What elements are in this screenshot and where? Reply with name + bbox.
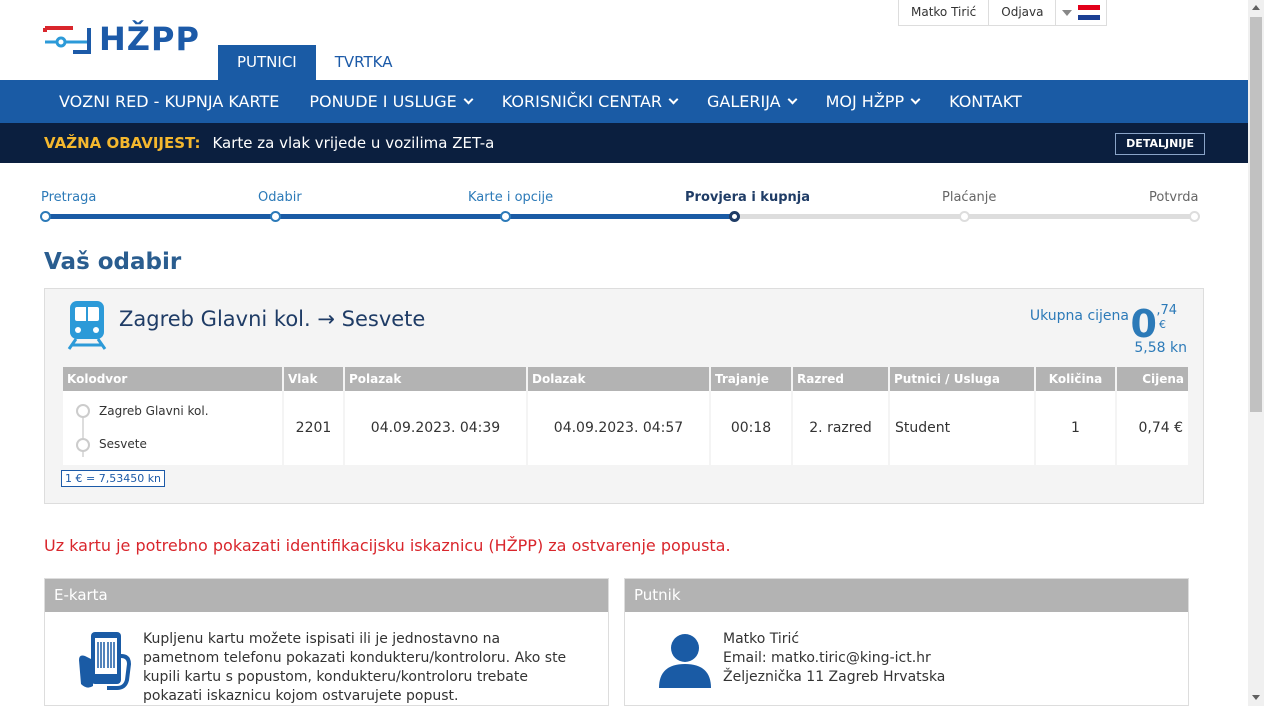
step-potvrda: Potvrda bbox=[1149, 190, 1199, 205]
panel-title: E-karta bbox=[45, 579, 608, 612]
nav-moj-hzpp[interactable]: MOJ HŽPP bbox=[811, 92, 935, 111]
table-header-row: Kolodvor Vlak Polazak Dolazak Trajanje R… bbox=[63, 367, 1188, 391]
site-header: HŽPP PUTNICI TVRTKA Matko Tirić Odjava bbox=[0, 0, 1248, 80]
main-navigation: VOZNI RED - KUPNJA KARTE PONUDE I USLUGE… bbox=[0, 80, 1248, 123]
scroll-down-arrow-icon[interactable] bbox=[1252, 695, 1260, 700]
train-icon bbox=[67, 301, 107, 350]
phone-ticket-icon bbox=[79, 632, 132, 690]
departure-time: 04.09.2023. 04:39 bbox=[345, 391, 526, 465]
scroll-up-arrow-icon[interactable] bbox=[1252, 5, 1260, 10]
chevron-down-icon bbox=[668, 94, 679, 105]
audience-tabs: PUTNICI TVRTKA bbox=[218, 45, 412, 80]
travel-class: 2. razred bbox=[793, 391, 888, 465]
step-dot-done bbox=[500, 211, 511, 222]
passenger-email: Email: matko.tiric@king-ict.hr bbox=[723, 650, 931, 666]
nav-kontakt[interactable]: KONTAKT bbox=[934, 92, 1037, 111]
chevron-down-icon bbox=[1062, 9, 1073, 16]
arrival-time: 04.09.2023. 04:57 bbox=[528, 391, 709, 465]
nav-label: VOZNI RED - KUPNJA KARTE bbox=[59, 92, 280, 111]
total-price-currency: € bbox=[1159, 318, 1166, 331]
col-kolicina: Količina bbox=[1036, 367, 1115, 391]
panel-title: Putnik bbox=[625, 579, 1188, 612]
scrollbar-thumb[interactable] bbox=[1250, 17, 1262, 412]
arrival-station: Sesvete bbox=[99, 437, 147, 451]
nav-label: MOJ HŽPP bbox=[825, 92, 905, 111]
departure-station: Zagreb Glavni kol. bbox=[99, 404, 209, 418]
step-dot-future bbox=[1189, 211, 1200, 222]
passenger-panel: Putnik Matko Tirić Email: matko.tiric@ki… bbox=[624, 578, 1189, 706]
passenger-type: Student bbox=[890, 391, 1034, 465]
user-avatar-icon bbox=[659, 634, 711, 688]
col-cijena: Cijena bbox=[1117, 367, 1188, 391]
tab-tvrtka[interactable]: TVRTKA bbox=[316, 45, 412, 80]
col-polazak: Polazak bbox=[345, 367, 526, 391]
checkout-progress: Pretraga Odabir Karte i opcije Provjera … bbox=[40, 190, 1200, 230]
col-dolazak: Dolazak bbox=[528, 367, 709, 391]
station-dot-icon bbox=[76, 438, 90, 452]
user-menu: Matko Tirić Odjava bbox=[898, 0, 1108, 26]
id-card-warning: Uz kartu je potrebno pokazati identifika… bbox=[44, 536, 731, 555]
language-selector[interactable] bbox=[1056, 0, 1106, 25]
tab-putnici[interactable]: PUTNICI bbox=[218, 45, 316, 80]
nav-vozni-red[interactable]: VOZNI RED - KUPNJA KARTE bbox=[44, 92, 294, 111]
user-name-link[interactable]: Matko Tirić bbox=[899, 0, 990, 25]
col-kolodvor: Kolodvor bbox=[63, 367, 282, 391]
nav-label: GALERIJA bbox=[707, 92, 781, 111]
ekarta-text: Kupljenu kartu možete ispisati ili je je… bbox=[143, 631, 567, 704]
notice-text[interactable]: Karte za vlak vrijede u vozilima ZET-a bbox=[212, 134, 494, 152]
notice-details-button[interactable]: DETALJNIJE bbox=[1115, 133, 1205, 155]
logout-link[interactable]: Odjava bbox=[989, 0, 1057, 25]
progress-track-done bbox=[46, 214, 736, 219]
nav-korisnicki-centar[interactable]: KORISNIČKI CENTAR bbox=[487, 92, 692, 111]
important-notice-bar: VAŽNA OBAVIJEST: Karte za vlak vrijede u… bbox=[0, 123, 1248, 163]
notice-label: VAŽNA OBAVIJEST: bbox=[44, 134, 201, 152]
rail-logo-icon bbox=[43, 26, 91, 54]
price: 0,74 € bbox=[1117, 391, 1188, 465]
step-placanje: Plaćanje bbox=[942, 190, 997, 205]
exchange-rate-badge: 1 € = 7,53450 kn bbox=[61, 470, 166, 487]
route-title: Zagreb Glavni kol. → Sesvete bbox=[119, 307, 426, 331]
chevron-down-icon bbox=[787, 94, 798, 105]
trip-table: Kolodvor Vlak Polazak Dolazak Trajanje R… bbox=[61, 367, 1190, 465]
hzpp-logo[interactable]: HŽPP bbox=[43, 20, 200, 58]
step-provjera-i-kupnja: Provjera i kupnja bbox=[685, 190, 810, 205]
nav-label: KORISNIČKI CENTAR bbox=[501, 92, 662, 111]
quantity: 1 bbox=[1036, 391, 1115, 465]
step-odabir[interactable]: Odabir bbox=[258, 190, 302, 205]
passenger-address: Željeznička 11 Zagreb Hrvatska bbox=[723, 669, 946, 685]
col-vlak: Vlak bbox=[284, 367, 343, 391]
step-dot-future bbox=[959, 211, 970, 222]
nav-label: KONTAKT bbox=[949, 92, 1022, 111]
page-scrollbar[interactable] bbox=[1248, 0, 1264, 706]
total-price-label: Ukupna cijena bbox=[1029, 308, 1129, 324]
col-putnici: Putnici / Usluga bbox=[890, 367, 1034, 391]
step-dot-current bbox=[729, 211, 740, 222]
selection-card: Zagreb Glavni kol. → Sesvete Ukupna cije… bbox=[44, 288, 1204, 504]
total-price-kn: 5,58 kn bbox=[1134, 340, 1187, 356]
station-dot-icon bbox=[76, 404, 90, 418]
page-title: Vaš odabir bbox=[44, 249, 182, 275]
train-number: 2201 bbox=[284, 391, 343, 465]
logo-text: HŽPP bbox=[99, 20, 200, 58]
step-dot-done bbox=[40, 211, 51, 222]
stations-cell: Zagreb Glavni kol. Sesvete bbox=[63, 391, 282, 465]
step-dot-done bbox=[270, 211, 281, 222]
step-pretraga[interactable]: Pretraga bbox=[41, 190, 96, 205]
nav-label: PONUDE I USLUGE bbox=[309, 92, 457, 111]
table-row: Zagreb Glavni kol. Sesvete 2201 04.09.20… bbox=[63, 391, 1188, 465]
col-trajanje: Trajanje bbox=[711, 367, 791, 391]
chevron-down-icon bbox=[463, 94, 474, 105]
duration: 00:18 bbox=[711, 391, 791, 465]
step-karte-i-opcije[interactable]: Karte i opcije bbox=[468, 190, 553, 205]
passenger-name: Matko Tirić bbox=[723, 631, 800, 647]
nav-ponude-i-usluge[interactable]: PONUDE I USLUGE bbox=[294, 92, 486, 111]
nav-galerija[interactable]: GALERIJA bbox=[692, 92, 811, 111]
croatian-flag-icon bbox=[1078, 4, 1101, 21]
ekarta-panel: E-karta Kupljenu kartu možete ispisati i… bbox=[44, 578, 609, 706]
col-razred: Razred bbox=[793, 367, 888, 391]
total-price-decimal: ,74 bbox=[1156, 303, 1177, 318]
chevron-down-icon bbox=[910, 94, 921, 105]
